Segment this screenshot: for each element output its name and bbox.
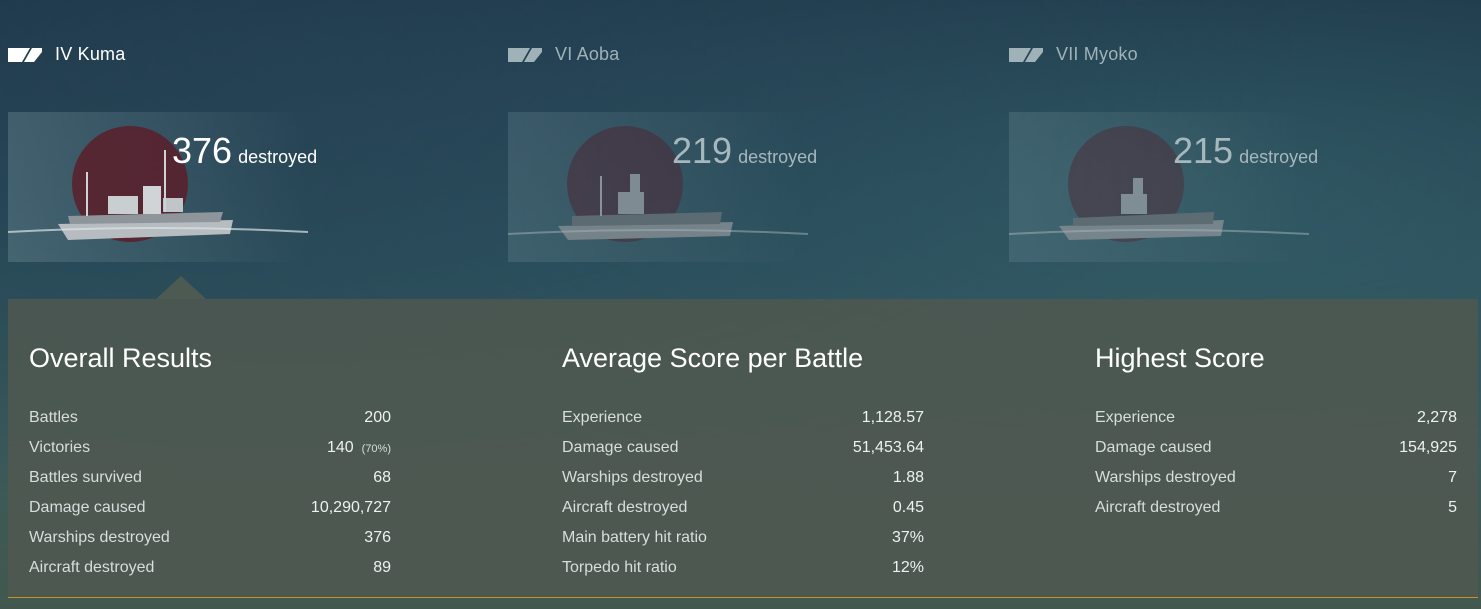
stat-label: Torpedo hit ratio — [562, 559, 677, 576]
stat-row: Aircraft destroyed 0.45 — [562, 493, 924, 523]
stat-value: 37% — [891, 529, 924, 546]
stat-label: Damage caused — [1095, 439, 1212, 456]
destroyed-number: 215 — [1173, 130, 1234, 171]
stat-row: Aircraft destroyed 5 — [1095, 493, 1457, 523]
stat-row: Experience 1,128.57 — [562, 403, 924, 433]
stat-label: Battles survived — [29, 469, 142, 486]
destroyed-label: destroyed — [238, 147, 318, 167]
stat-value-group: 140 (70%) — [327, 433, 391, 464]
stats-panel: Overall Results Battles 200 Victories 140 (… — [8, 299, 1478, 598]
stat-percent: (70%) — [361, 443, 391, 455]
stat-label: Warships destroyed — [562, 469, 703, 486]
stat-label: Warships destroyed — [1095, 469, 1236, 486]
stat-row: Damage caused 51,453.64 — [562, 433, 924, 463]
stat-label: Damage caused — [562, 439, 679, 456]
cruiser-class-icon — [8, 47, 42, 62]
stat-value: 1,128.57 — [861, 409, 924, 426]
stat-label: Damage caused — [29, 499, 146, 516]
ship-name: VI Aoba — [555, 44, 620, 64]
cruiser-class-icon — [508, 47, 542, 62]
ship-name: VII Myoko — [1056, 44, 1138, 64]
stat-label: Experience — [1095, 409, 1176, 426]
stat-value: 7 — [1448, 469, 1457, 486]
highest-score-section: Highest Score Experience 2,278 Damage cau… — [1095, 341, 1457, 523]
ship-title: IV Kuma — [8, 44, 125, 65]
stat-value: 2,278 — [1416, 409, 1457, 426]
stat-label: Battles — [29, 409, 78, 426]
destroyed-label: destroyed — [738, 147, 818, 167]
destroyed-number: 376 — [172, 130, 233, 171]
destroyed-count: 215 destroyed — [1173, 130, 1318, 172]
stat-value: 1.88 — [892, 469, 924, 486]
stat-row: Experience 2,278 — [1095, 403, 1457, 433]
stat-label: Warships destroyed — [29, 529, 170, 546]
section-title: Highest Score — [1095, 343, 1265, 373]
stat-value: 154,925 — [1399, 439, 1457, 456]
stat-row: Torpedo hit ratio 12% — [562, 553, 924, 583]
stat-value: 51,453.64 — [852, 439, 924, 456]
stat-row: Aircraft destroyed 89 — [29, 553, 391, 583]
stat-row: Damage caused 10,290,727 — [29, 493, 391, 523]
destroyed-label: destroyed — [1239, 147, 1319, 167]
ship-title: VII Myoko — [1009, 44, 1138, 65]
stat-row: Warships destroyed 376 — [29, 523, 391, 553]
stat-value: 376 — [364, 529, 391, 546]
stat-label: Aircraft destroyed — [1095, 499, 1221, 516]
stat-row: Victories 140 (70%) — [29, 433, 391, 463]
section-title: Average Score per Battle — [562, 343, 864, 373]
destroyed-number: 219 — [672, 130, 733, 171]
ship-tab-kuma[interactable]: IV Kuma 376 destroyed — [8, 0, 488, 300]
destroyed-count: 219 destroyed — [672, 130, 817, 172]
ship-tab-aoba[interactable]: VI Aoba 219 destroyed — [508, 0, 988, 300]
stat-value: 68 — [373, 469, 391, 486]
stat-row: Battles 200 — [29, 403, 391, 433]
stat-value: 89 — [373, 559, 391, 576]
stat-label: Aircraft destroyed — [562, 499, 688, 516]
stat-row: Battles survived 68 — [29, 463, 391, 493]
stat-value: 12% — [891, 559, 924, 576]
stat-value: 10,290,727 — [310, 499, 391, 516]
overall-results-section: Overall Results Battles 200 Victories 140 (… — [29, 341, 391, 583]
average-score-section: Average Score per Battle Experience 1,128… — [562, 341, 924, 583]
stat-label: Victories — [29, 439, 91, 456]
stat-value: 0.45 — [892, 499, 924, 516]
stat-label: Aircraft destroyed — [29, 559, 155, 576]
stat-row: Main battery hit ratio 37% — [562, 523, 924, 553]
stat-row: Warships destroyed 7 — [1095, 463, 1457, 493]
ship-name: IV Kuma — [55, 44, 126, 64]
section-title: Overall Results — [29, 343, 213, 373]
stat-label: Experience — [562, 409, 643, 426]
stat-label: Main battery hit ratio — [562, 529, 707, 546]
stat-value: 140 — [326, 439, 354, 456]
ship-tab-myoko[interactable]: VII Myoko 215 destroyed — [1009, 0, 1481, 300]
cruiser-class-icon — [1009, 47, 1043, 62]
stat-row: Warships destroyed 1.88 — [562, 463, 924, 493]
destroyed-count: 376 destroyed — [172, 130, 317, 172]
stat-row: Damage caused 154,925 — [1095, 433, 1457, 463]
stat-value: 200 — [364, 409, 391, 426]
ship-title: VI Aoba — [508, 44, 619, 65]
selected-tab-pointer — [156, 276, 206, 299]
stat-value: 5 — [1448, 499, 1457, 516]
